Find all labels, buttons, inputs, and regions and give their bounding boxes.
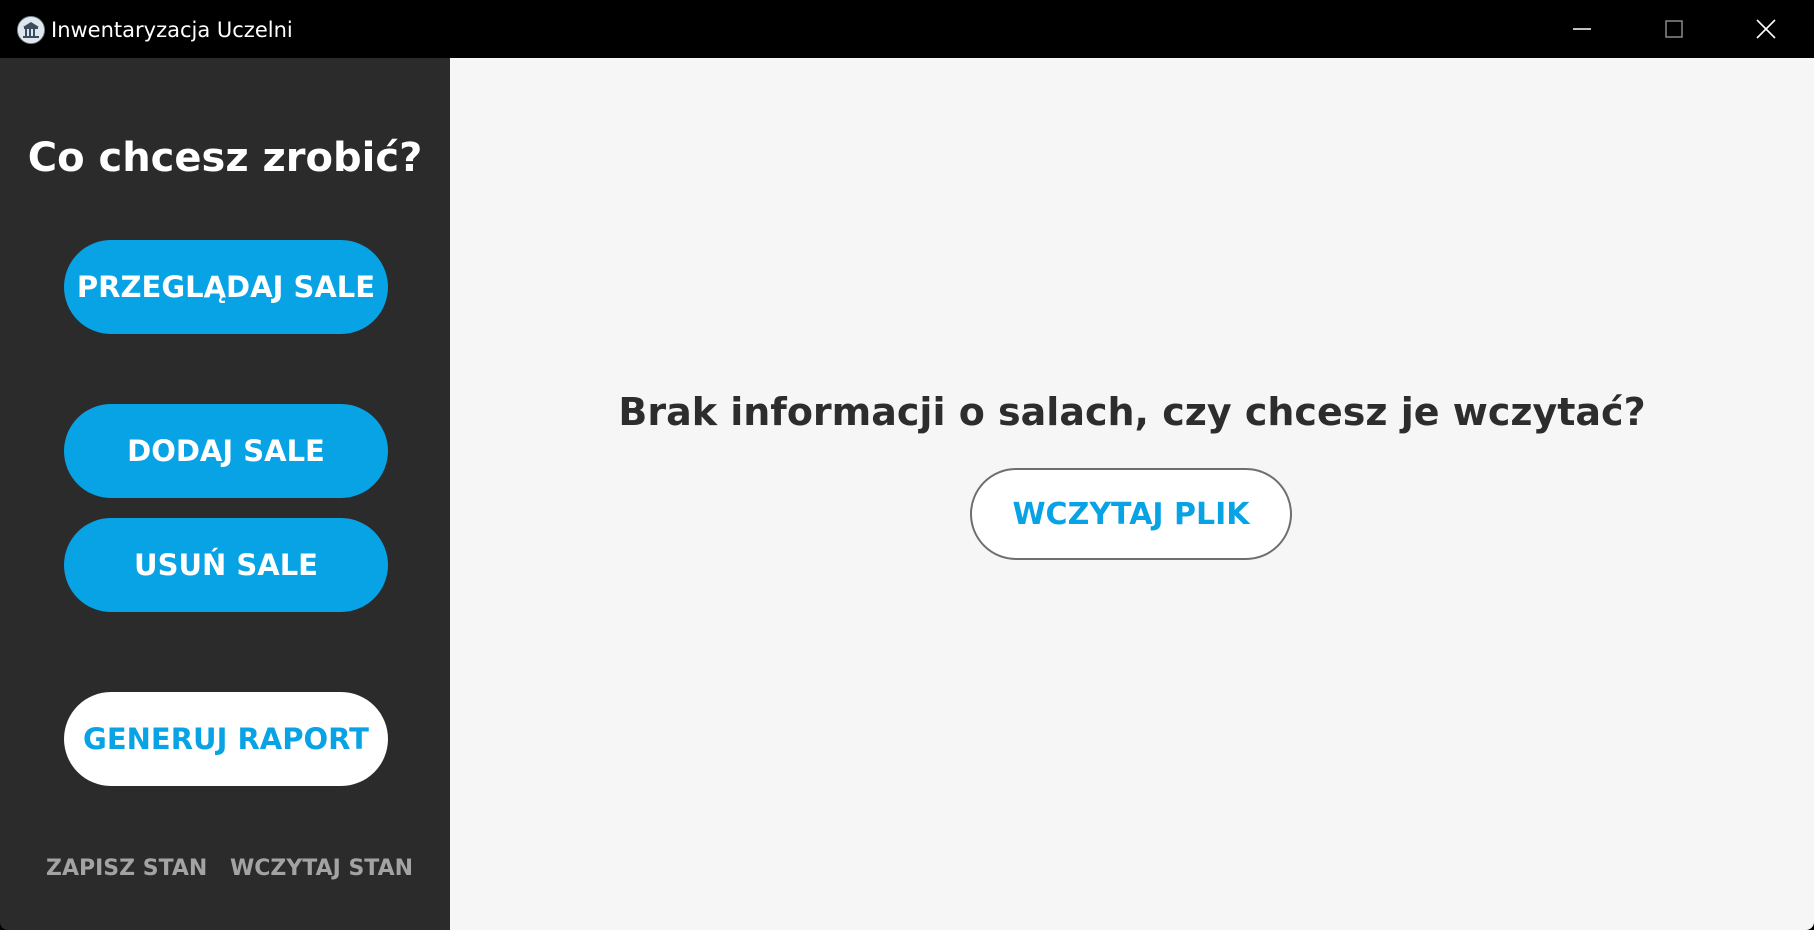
title-bar[interactable]: Inwentaryzacja Uczelni <box>0 0 1814 58</box>
generate-report-button[interactable]: GENERUJ RAPORT <box>64 692 388 786</box>
close-button[interactable] <box>1720 0 1812 58</box>
maximize-button[interactable] <box>1628 0 1720 58</box>
minimize-button[interactable] <box>1536 0 1628 58</box>
maximize-icon <box>1665 20 1683 38</box>
main-panel: Brak informacji o salach, czy chcesz je … <box>450 58 1814 930</box>
browse-rooms-button[interactable]: PRZEGLĄDAJ SALE <box>64 240 388 334</box>
load-state-link[interactable]: WCZYTAJ STAN <box>230 854 413 884</box>
no-rooms-message: Brak informacji o salach, czy chcesz je … <box>618 390 1646 434</box>
window-title: Inwentaryzacja Uczelni <box>51 18 293 42</box>
sidebar-heading: Co chcesz zrobić? <box>27 135 423 181</box>
save-state-link[interactable]: ZAPISZ STAN <box>46 854 207 884</box>
remove-rooms-button[interactable]: USUŃ SALE <box>64 518 388 612</box>
university-building-icon <box>17 16 45 44</box>
sidebar: Co chcesz zrobić? PRZEGLĄDAJ SALE DODAJ … <box>0 58 450 930</box>
app-window: Inwentaryzacja Uczelni Co chcesz zrobić?… <box>0 0 1814 930</box>
minimize-icon <box>1573 28 1591 30</box>
add-rooms-button[interactable]: DODAJ SALE <box>64 404 388 498</box>
close-icon <box>1756 19 1776 39</box>
load-file-button[interactable]: WCZYTAJ PLIK <box>970 468 1292 560</box>
